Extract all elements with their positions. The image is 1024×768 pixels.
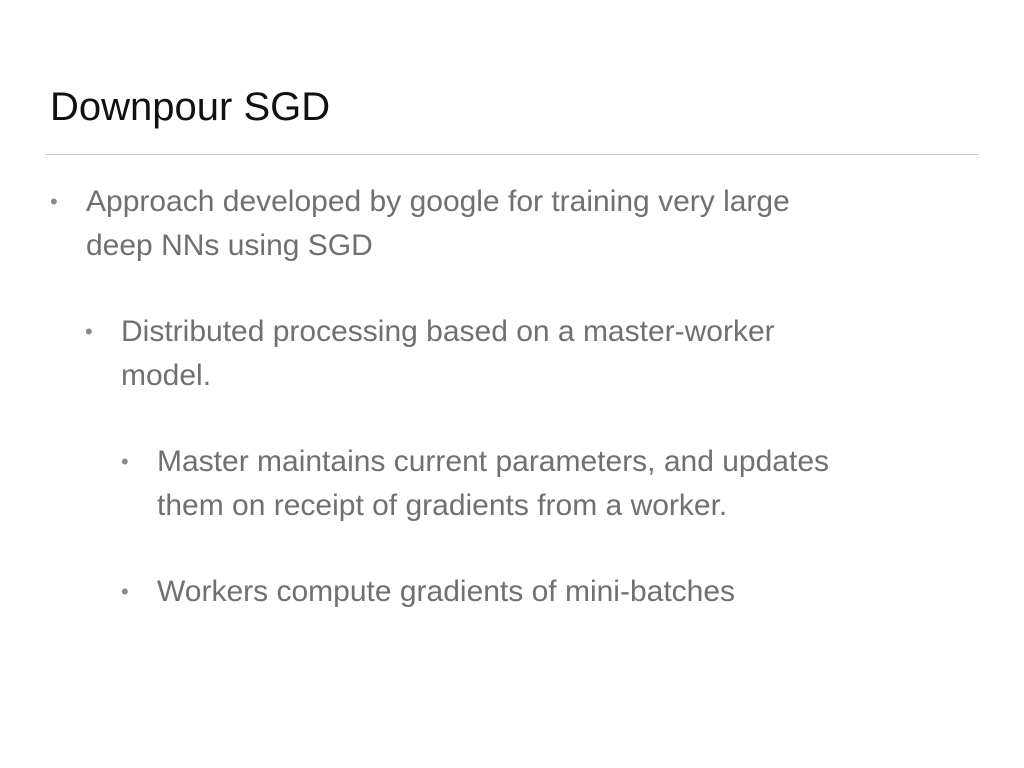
bullet-item-level-3: • Workers compute gradients of mini-batc… xyxy=(121,570,967,614)
bullet-item-level-2: • Distributed processing based on a mast… xyxy=(85,310,921,398)
bullet-marker: • xyxy=(85,319,93,344)
bullet-text-line: model. xyxy=(121,359,212,392)
bullet-text-line: deep NNs using SGD xyxy=(86,229,373,262)
bullet-text-line: Workers compute gradients of mini-batche… xyxy=(157,575,736,608)
bullet-marker: • xyxy=(121,579,129,604)
bullet-item-level-1: • Approach developed by google for train… xyxy=(50,180,936,268)
bullet-marker: • xyxy=(50,189,58,214)
bullet-text-line: Master maintains current parameters, and… xyxy=(157,445,829,478)
bullet-text-line: Distributed processing based on a master… xyxy=(121,315,775,348)
bullet-item-level-3: • Master maintains current parameters, a… xyxy=(121,440,967,528)
slide: Downpour SGD • Approach developed by goo… xyxy=(0,0,1024,768)
bullet-text-line: Approach developed by google for trainin… xyxy=(86,185,790,218)
bullet-text-line: them on receipt of gradients from a work… xyxy=(157,489,728,522)
bullet-marker: • xyxy=(121,449,129,474)
slide-title: Downpour SGD xyxy=(50,85,331,129)
title-divider xyxy=(45,154,979,155)
